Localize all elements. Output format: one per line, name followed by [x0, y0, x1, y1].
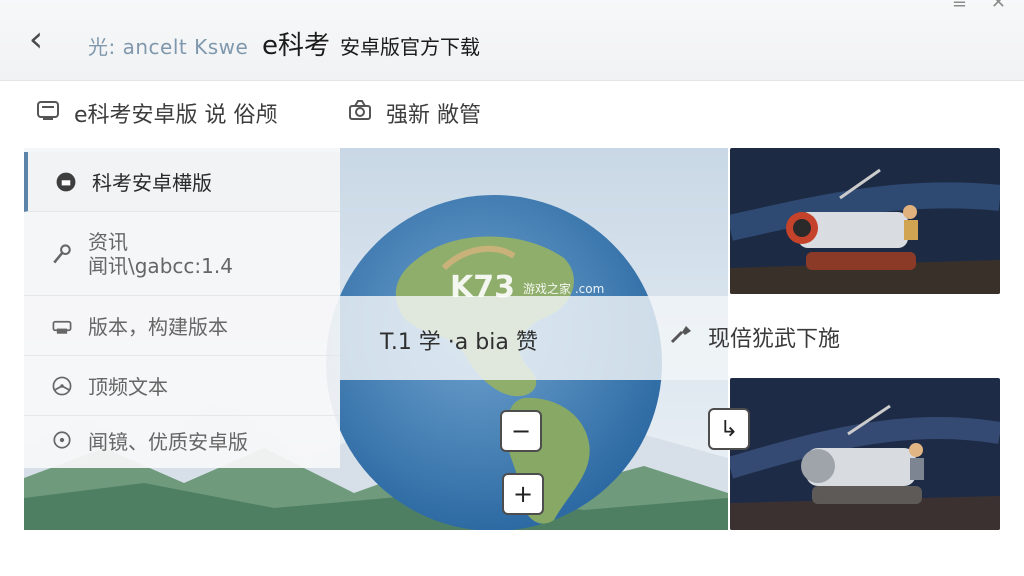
- printer-icon: [48, 312, 76, 340]
- info-circle-icon: [52, 168, 80, 196]
- download-action[interactable]: 现倍犹武下施: [666, 320, 840, 354]
- brand-logo-text: 光: ancelt Kswe: [88, 35, 249, 59]
- thumbnail-rover-2[interactable]: [730, 378, 1000, 530]
- side-menu-item-text[interactable]: 顶频文本: [24, 356, 340, 416]
- chevron-left-icon: ‹: [28, 19, 44, 60]
- thumbnail-rover-1[interactable]: [730, 148, 1000, 294]
- camera-icon: [346, 96, 374, 130]
- side-menu-item-build[interactable]: 版本，构建版本: [24, 296, 340, 356]
- back-button[interactable]: ‹: [18, 20, 54, 60]
- share-button[interactable]: ↳: [708, 408, 750, 450]
- volume-icon: ⌃: [912, 0, 928, 13]
- steering-icon: [48, 372, 76, 400]
- tools-icon: [666, 320, 694, 354]
- side-menu: 科考安卓樺版 资讯 闻讯\gabcc:1.4 版本，构建版本 顶频文本 闻镜、优…: [24, 148, 340, 468]
- target-icon: [48, 426, 76, 454]
- box-icon: [34, 96, 62, 130]
- toolbar-item-manage[interactable]: 强新 敞管: [346, 96, 481, 130]
- site-watermark: K73 游戏之家 .com: [450, 270, 605, 305]
- menu-icon: ≡: [951, 0, 967, 13]
- signal-icon: ✕: [990, 0, 1006, 13]
- side-menu-item-quality[interactable]: 闻镜、优质安卓版: [24, 410, 340, 470]
- side-menu-item-news[interactable]: 资讯 闻讯\gabcc:1.4: [24, 212, 340, 296]
- app-header: ‹ 光: ancelt Kswe e科考 安卓版官方下载 ⌃ ≡ ✕: [0, 0, 1024, 81]
- share-icon: ↳: [719, 416, 739, 442]
- status-icons: ⌃ ≡ ✕: [913, 0, 1006, 13]
- minus-icon: −: [510, 417, 532, 445]
- minus-button[interactable]: −: [500, 410, 542, 452]
- key-icon: [48, 240, 76, 268]
- plus-button[interactable]: +: [502, 473, 544, 515]
- side-menu-item-version[interactable]: 科考安卓樺版: [24, 152, 340, 212]
- center-text: T.1 学 ·a bia 赞: [380, 330, 538, 355]
- toolbar-item-info[interactable]: e科考安卓版 说 俗颅: [34, 96, 278, 130]
- page-title: e科考 安卓版官方下载: [262, 31, 480, 61]
- toolbar: e科考安卓版 说 俗颅 强新 敞管: [0, 84, 1024, 148]
- plus-icon: +: [512, 480, 534, 508]
